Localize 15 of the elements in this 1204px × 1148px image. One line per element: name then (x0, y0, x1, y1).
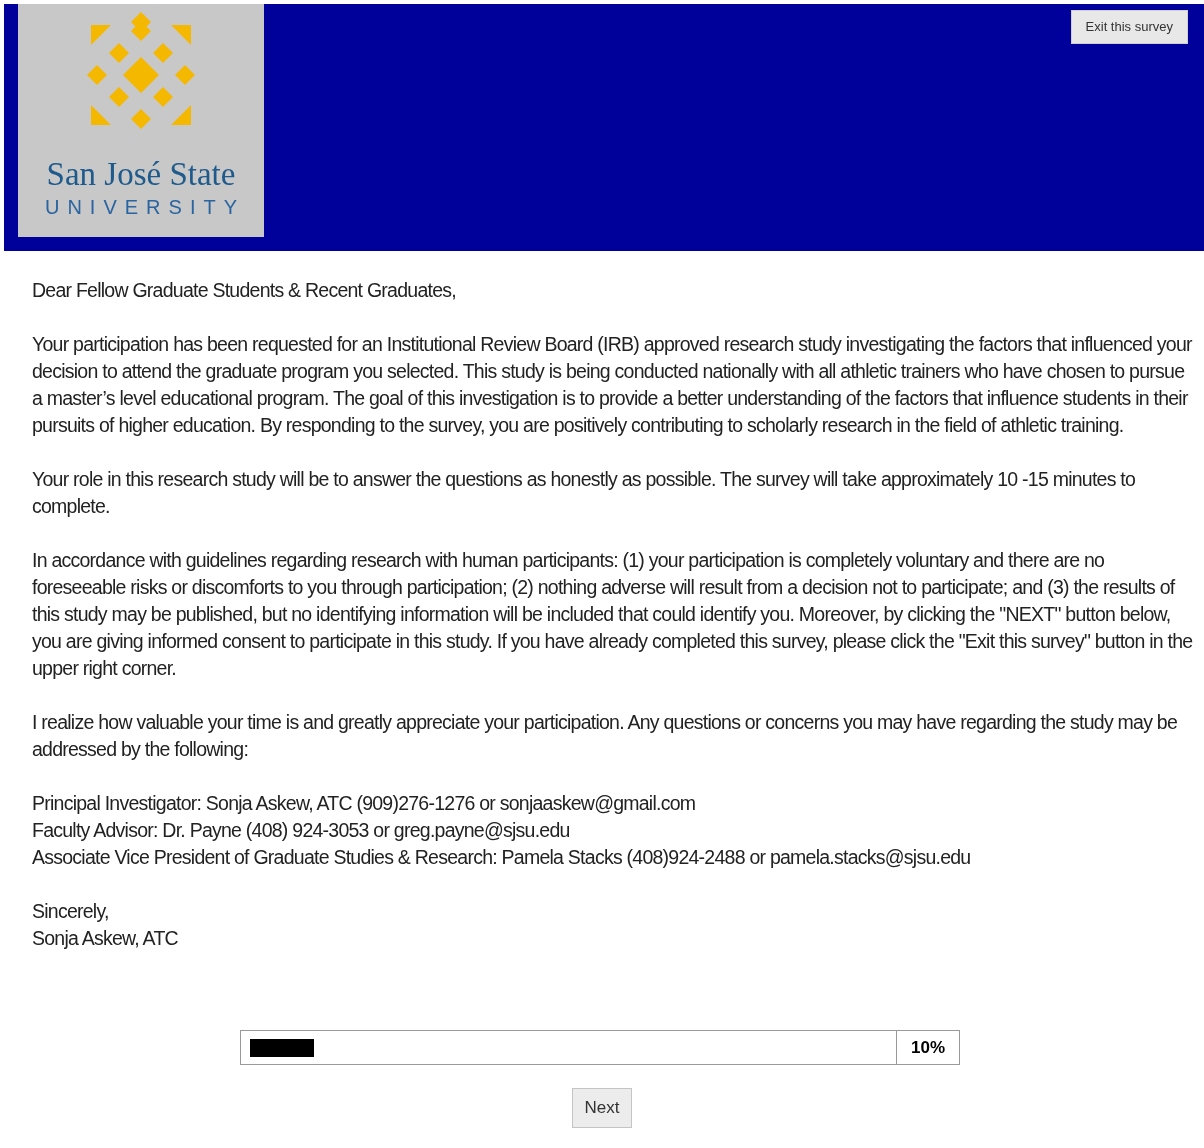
body-paragraph: Your participation has been requested for an Institutional Review Board (IRB) approved research study investigating the factors that influenced your decision to attend the graduate program you selected. This study is being conducted nationally with all athletic trainers who have chosen to pursue a master’s level educational program. The goal of this investigation is to provide a better understanding of the factors that influence students in their pursuits of higher education. By responding to the survey, you are positively contributing to scholarly research in the field of athletic training. (32, 332, 1194, 438)
contact-line: Faculty Advisor: Dr. Payne (408) 924-3053 or greg.payne@sjsu.edu (32, 818, 571, 843)
closing-line: Sonja Askew, ATC (32, 926, 179, 951)
greeting-text: Dear Fellow Graduate Students & Recent Graduates, (32, 278, 457, 303)
contact-line: Principal Investigator: Sonja Askew, ATC (909)276-1276 or sonjaaskew@gmail.com (32, 791, 697, 816)
body-paragraph: I realize how valuable your time is and greatly appreciate your participation. Any questions or concerns you may have regarding the study may be addressed by the following: (32, 710, 1179, 762)
body-paragraph: In accordance with guidelines regarding research with human participants: (1) your participation is completely voluntary and there are no foreseeable risks or discomforts to you through participation; (2) nothing adverse will result from a decision not to participate; and (3) the results of this study may be published, but no identifying information will be included that could identify you. Moreover, by clicking the "NEXT" button below, you are giving informed consent to participate in this study. If you have already completed this survey, please click the "Exit this survey" button in the upper right corner. (32, 548, 1194, 681)
contact-line: Associate Vice President of Graduate Studies & Research: Pamela Stacks (408)924-2488 or pamela.stacks@sjsu.edu (32, 845, 972, 870)
exit-survey-button[interactable]: Exit this survey (1070, 10, 1188, 44)
progress-percentage: 10% (911, 1036, 945, 1059)
closing-line: Sincerely, (32, 899, 110, 924)
logo-subtitle: UNIVERSITY (44, 197, 245, 217)
next-button[interactable]: Next (571, 1088, 633, 1128)
body-paragraph: Your role in this research study will be to answer the questions as honestly as possible. The survey will take approximately 10 -15 minutes to complete. (32, 467, 1137, 519)
logo-wordmark: San José State (46, 158, 236, 191)
